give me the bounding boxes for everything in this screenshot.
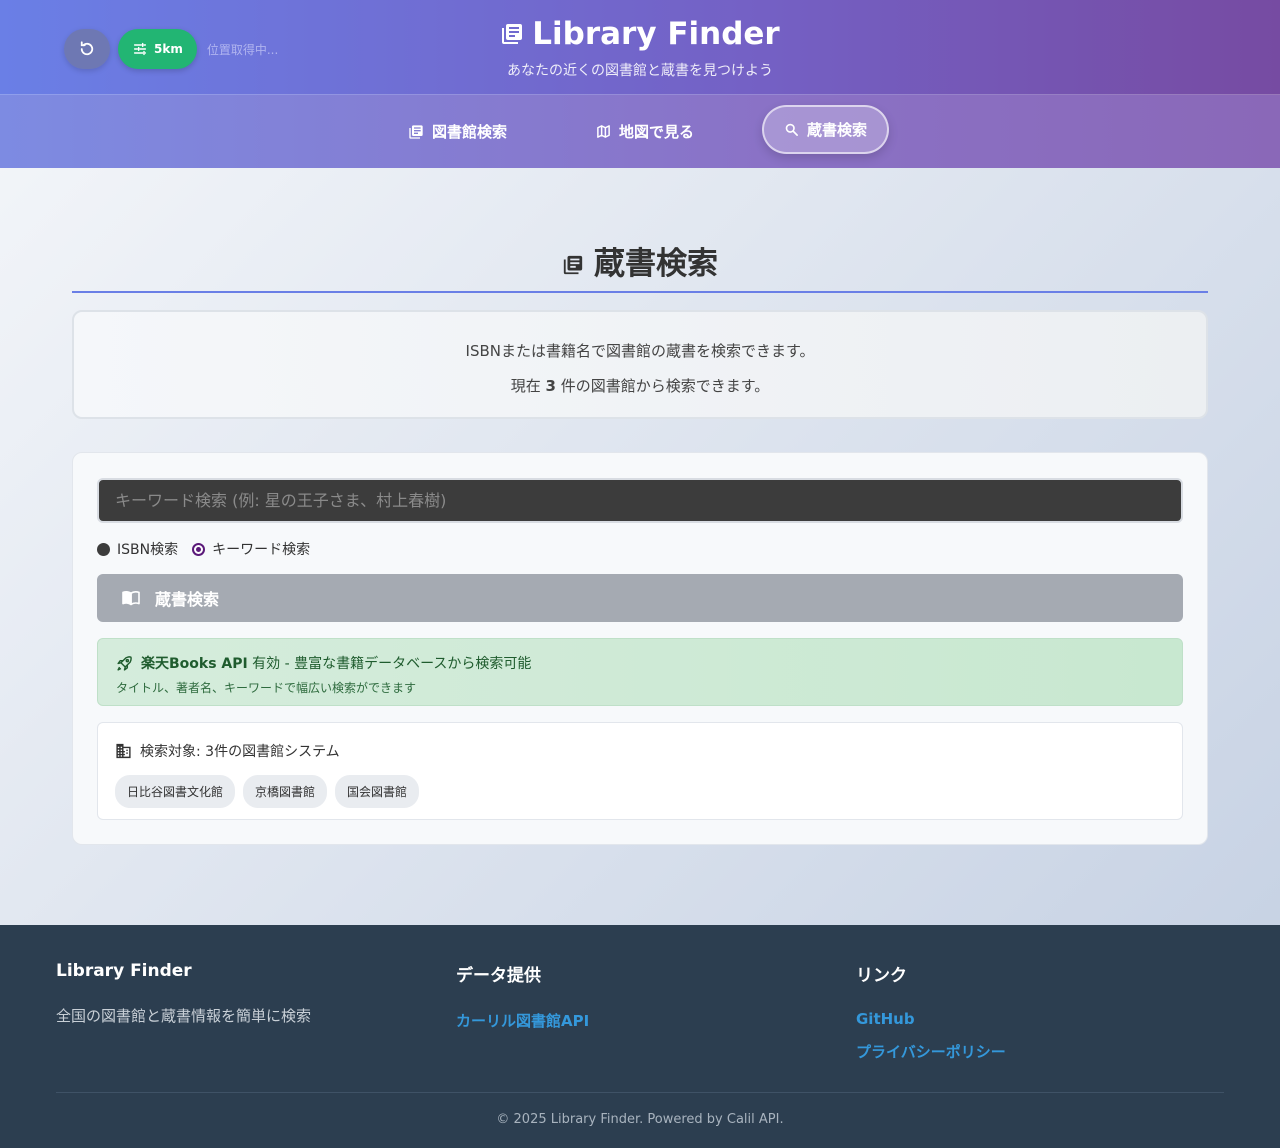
app-title-text: Library Finder <box>532 16 780 52</box>
building-icon <box>115 743 132 759</box>
library-chip-list: 日比谷図書文化館 京橋図書館 国会図書館 <box>115 775 1182 808</box>
search-mode-group: ISBN検索 キーワード検索 <box>97 539 324 559</box>
book-search-card: ISBN検索 キーワード検索 蔵書検索 楽天Books API 有効 - 豊富な… <box>72 452 1208 845</box>
footer-data-source: データ提供 カーリル図書館API <box>456 961 589 1031</box>
info-line-1: ISBNまたは書籍名で図書館の蔵書を検索できます。 <box>465 342 815 360</box>
library-chip: 日比谷図書文化館 <box>115 775 236 808</box>
search-icon <box>784 122 799 137</box>
github-link[interactable]: GitHub <box>856 1010 1006 1028</box>
search-target-box: 検索対象: 3件の図書館システム 日比谷図書文化館 京橋図書館 国会図書館 <box>97 722 1183 820</box>
radio-isbn[interactable]: ISBN検索 <box>97 539 178 559</box>
search-info-box: ISBNまたは書籍名で図書館の蔵書を検索できます。 現在 3 件の図書館から検索… <box>72 310 1208 419</box>
footer-divider <box>56 1092 1224 1093</box>
book-search-button[interactable]: 蔵書検索 <box>97 574 1183 622</box>
api-name: 楽天Books API <box>141 656 248 672</box>
calil-api-link[interactable]: カーリル図書館API <box>456 1010 589 1031</box>
open-book-icon <box>121 590 141 606</box>
tab-label: 図書館検索 <box>432 123 508 141</box>
tab-book-search[interactable]: 蔵書検索 <box>762 105 890 154</box>
page-title-text: 蔵書検索 <box>594 246 718 282</box>
rocket-icon <box>116 655 133 672</box>
brand: Library Finder あなたの近くの図書館と蔵書を見つけよう <box>0 16 1280 80</box>
api-notice-sub: タイトル、著者名、キーワードで幅広い検索ができます <box>116 681 417 695</box>
info-line-2: 現在 3 件の図書館から検索できます。 <box>74 375 1206 396</box>
footer-data-title: データ提供 <box>456 966 541 986</box>
footer-about: Library Finder 全国の図書館と蔵書情報を簡単に検索 <box>56 961 311 1026</box>
privacy-policy-link[interactable]: プライバシーポリシー <box>856 1041 1006 1062</box>
footer-about-text: 全国の図書館と蔵書情報を簡単に検索 <box>56 1007 312 1025</box>
radio-keyword[interactable]: キーワード検索 <box>192 539 310 559</box>
library-icon <box>562 246 584 276</box>
keyword-search-input[interactable] <box>97 478 1183 523</box>
library-icon <box>500 22 524 46</box>
library-icon <box>408 124 424 140</box>
tab-map-view[interactable]: 地図で見る <box>596 95 694 168</box>
footer-links: リンク GitHub プライバシーポリシー <box>856 961 1006 1062</box>
tab-label: 蔵書検索 <box>807 121 868 139</box>
footer-about-title: Library Finder <box>56 961 192 981</box>
app-subtitle: あなたの近くの図書館と蔵書を見つけよう <box>507 63 773 79</box>
api-notice-text: 楽天Books API 有効 - 豊富な書籍データベースから検索可能 <box>141 653 531 673</box>
tab-library-search[interactable]: 図書館検索 <box>408 95 507 168</box>
info-suffix: 件の図書館から検索できます。 <box>555 377 770 395</box>
radio-unselected-icon <box>97 542 110 556</box>
page-title: 蔵書検索 <box>72 238 1208 293</box>
library-chip: 国会図書館 <box>335 775 420 808</box>
tab-label: 地図で見る <box>619 123 695 141</box>
map-icon <box>596 124 611 139</box>
app-header: 5km 位置取得中... Library Finder あなたの近くの図書館と蔵… <box>0 0 1280 95</box>
radio-label: ISBN検索 <box>117 542 179 558</box>
library-chip: 京橋図書館 <box>243 775 328 808</box>
site-footer: Library Finder 全国の図書館と蔵書情報を簡単に検索 データ提供 カ… <box>0 925 1280 1148</box>
api-status: 有効 - 豊富な書籍データベースから検索可能 <box>247 656 532 672</box>
book-search-button-label: 蔵書検索 <box>155 590 220 609</box>
info-prefix: 現在 <box>510 377 546 395</box>
radio-label: キーワード検索 <box>212 542 311 558</box>
library-count: 3 <box>545 377 556 395</box>
app-title: Library Finder <box>500 16 780 52</box>
search-target-label: 検索対象: 3件の図書館システム <box>140 744 340 760</box>
copyright: © 2025 Library Finder. Powered by Calil … <box>496 1112 784 1127</box>
footer-links-title: リンク <box>856 966 907 986</box>
main-nav: 図書館検索 地図で見る 蔵書検索 <box>0 95 1280 168</box>
api-status-notice: 楽天Books API 有効 - 豊富な書籍データベースから検索可能 タイトル、… <box>97 638 1183 706</box>
radio-selected-icon <box>192 542 206 556</box>
